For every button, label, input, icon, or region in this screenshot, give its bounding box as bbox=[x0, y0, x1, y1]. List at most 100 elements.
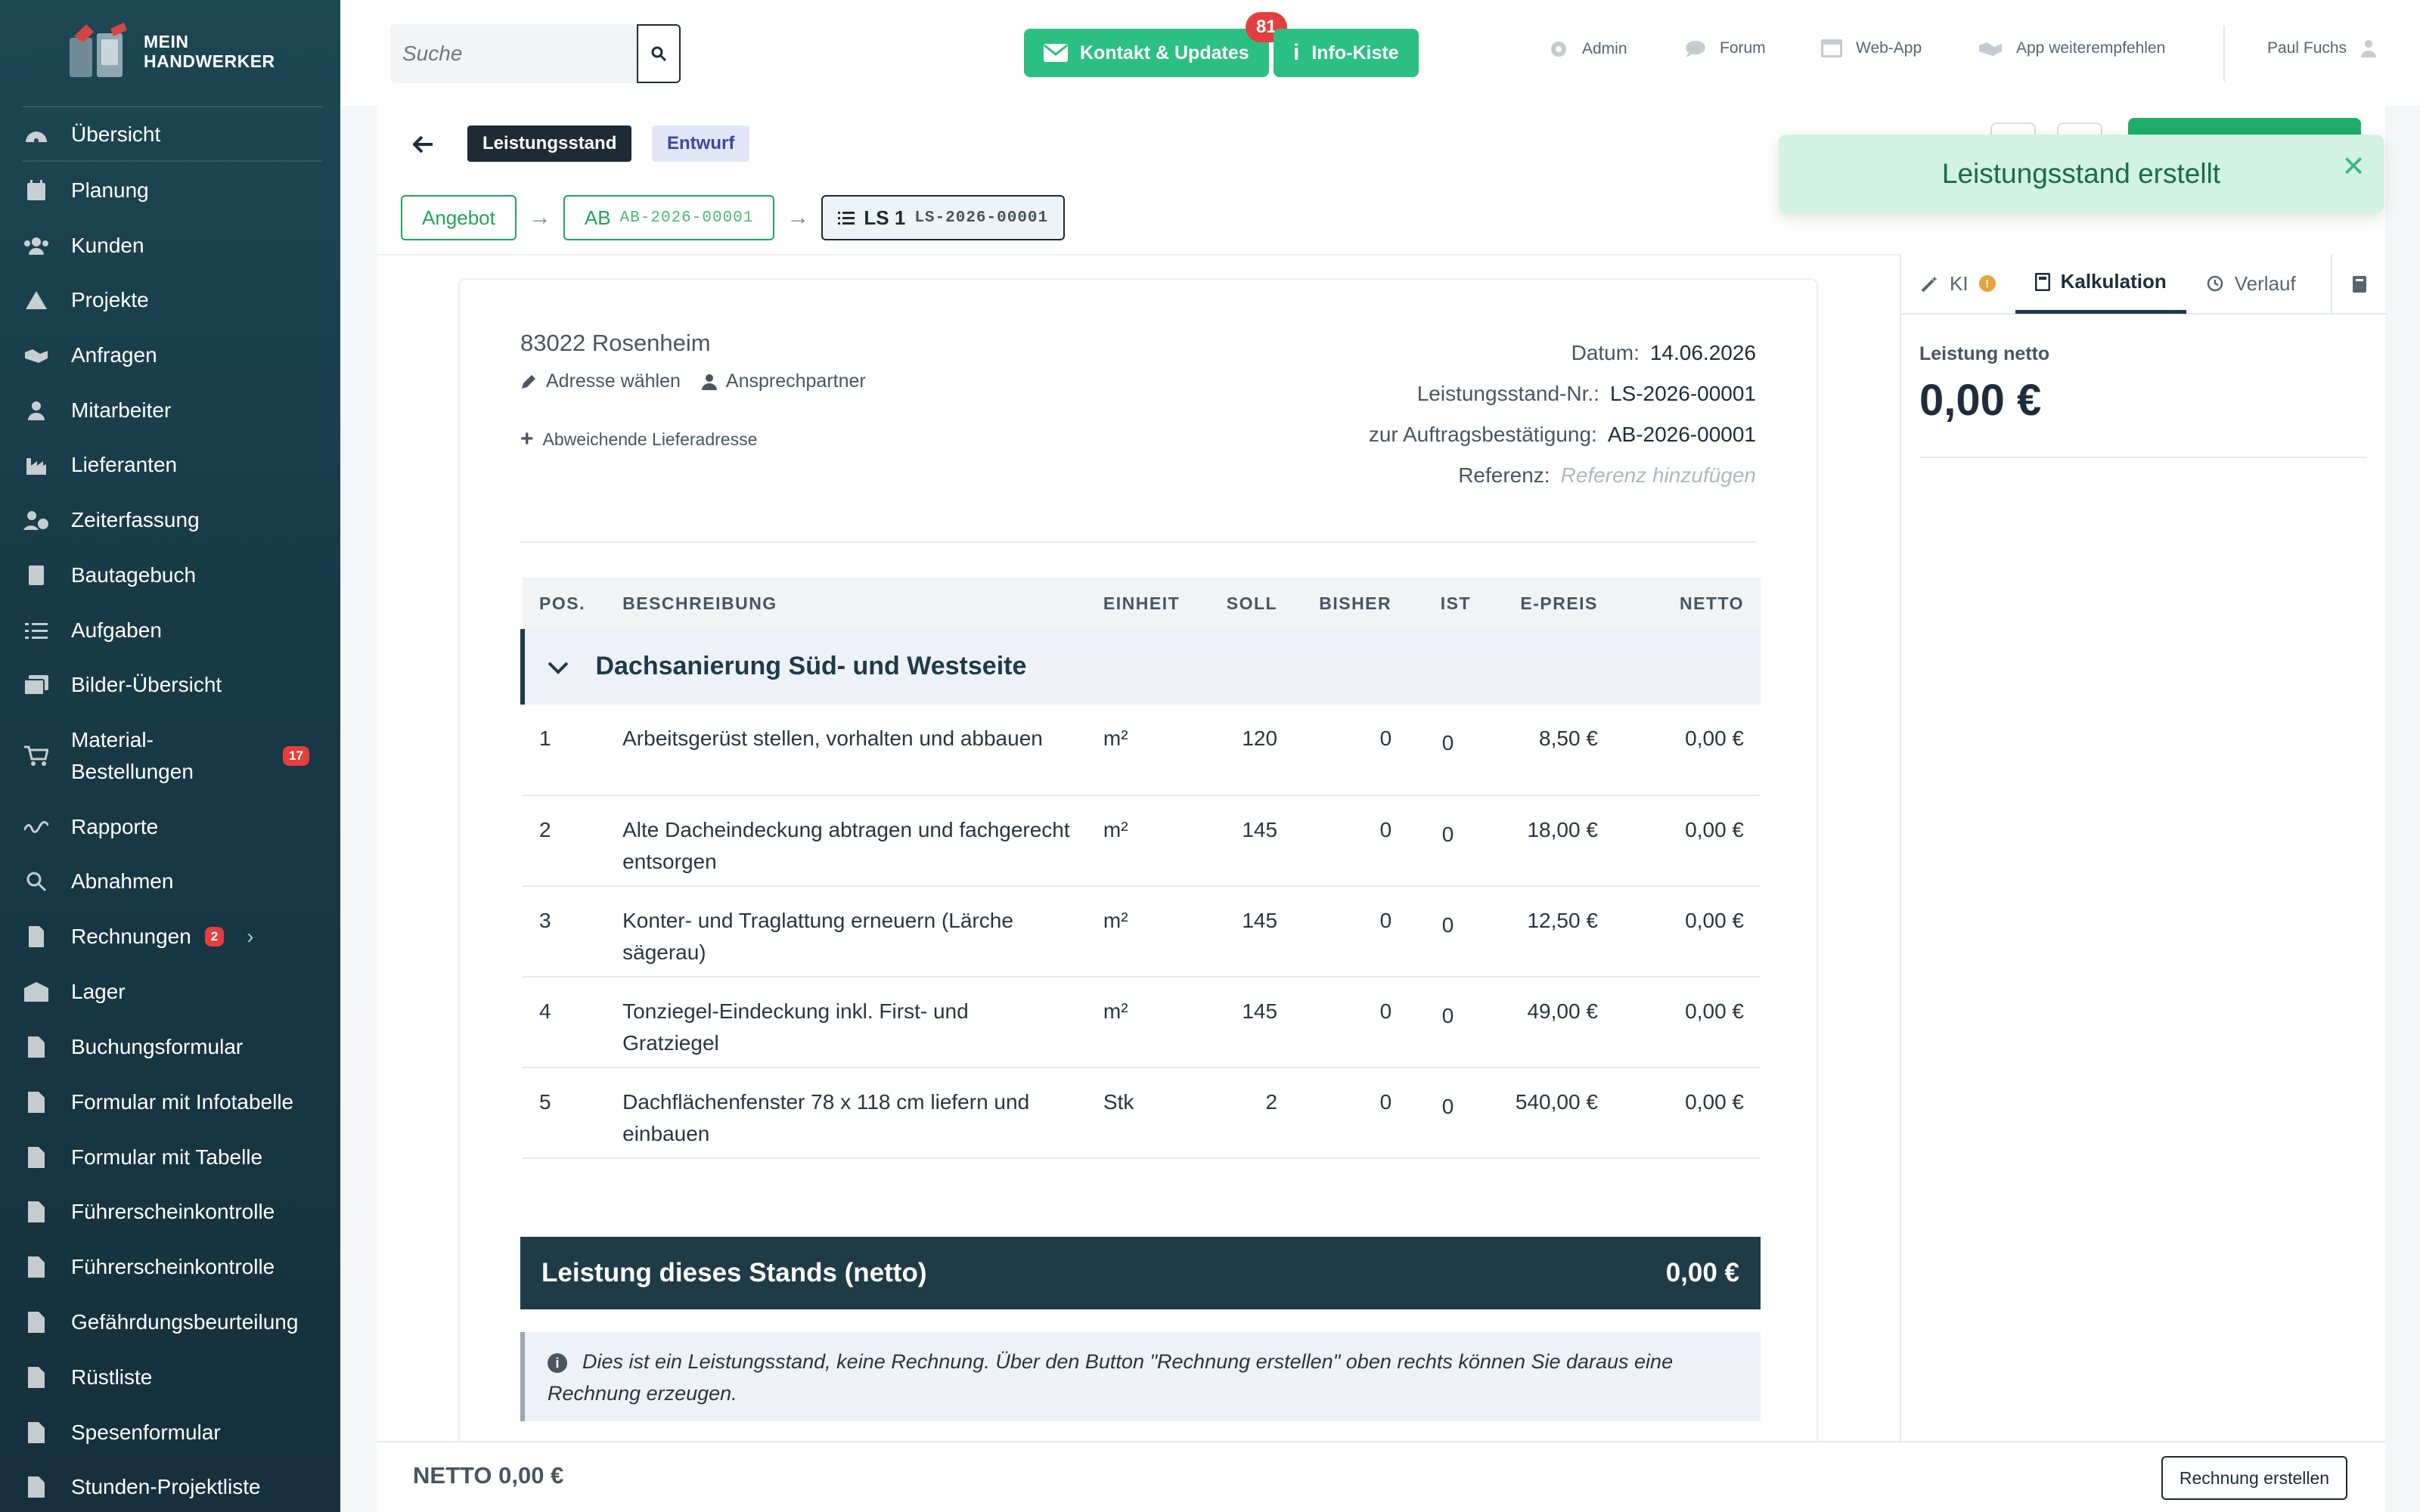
sidebar-item-kunden[interactable]: Kunden bbox=[23, 223, 322, 268]
sidebar-item-zeiterfassung[interactable]: Zeiterfassung bbox=[23, 497, 322, 543]
ist-input[interactable]: 0 bbox=[1408, 977, 1488, 1068]
sidebar-item-bautagebuch[interactable]: Bautagebuch bbox=[23, 553, 322, 598]
main-panel: Leistungsstand Entwurf Angebot → AB AB-2… bbox=[377, 106, 2387, 1458]
cell-eprice: 540,00 € bbox=[1488, 1067, 1615, 1159]
cell-unit: m² bbox=[1086, 886, 1206, 978]
ist-input[interactable]: 0 bbox=[1408, 886, 1488, 978]
address-actions: Adresse wählen Ansprechpartner bbox=[520, 370, 866, 392]
info-circle-icon: i bbox=[548, 1352, 567, 1373]
total-label: Leistung dieses Stands (netto) bbox=[541, 1258, 927, 1287]
sidebar-item-uebersicht[interactable]: Übersicht bbox=[23, 112, 322, 157]
recommend-app-link[interactable]: App weiterempfehlen bbox=[1978, 39, 2165, 57]
sidebar-item-fuehrerschein-2[interactable]: Führerscheinkontrolle bbox=[23, 1244, 322, 1290]
book-icon bbox=[23, 563, 50, 587]
sidebar-item-mitarbeiter[interactable]: Mitarbeiter bbox=[23, 388, 322, 433]
breadcrumb-ls[interactable]: LS 1 LS-2026-00001 bbox=[821, 195, 1066, 240]
sidebar-item-ruestliste[interactable]: Rüstliste bbox=[23, 1355, 322, 1400]
sidebar-item-spesenformular[interactable]: Spesenformular bbox=[23, 1410, 322, 1455]
ist-input[interactable]: 0 bbox=[1408, 1067, 1488, 1159]
warning-icon: ! bbox=[1978, 275, 1996, 292]
close-icon[interactable]: ✕ bbox=[2341, 150, 2366, 184]
search-button[interactable] bbox=[637, 24, 681, 83]
back-arrow-icon[interactable] bbox=[412, 129, 434, 160]
sidebar-item-label: Aufgaben bbox=[71, 618, 162, 642]
info-kiste-button[interactable]: i Info-Kiste bbox=[1274, 29, 1419, 77]
tab-ki[interactable]: KI ! bbox=[1901, 253, 2015, 314]
user-menu[interactable]: Paul Fuchs bbox=[2267, 39, 2377, 57]
toast-notification: Leistungsstand erstellt ✕ bbox=[1779, 135, 2384, 213]
admin-link[interactable]: Admin bbox=[1549, 39, 1627, 59]
sidebar-item-fuehrerschein-1[interactable]: Führerscheinkontrolle bbox=[23, 1189, 322, 1235]
search-input[interactable] bbox=[401, 41, 643, 67]
breadcrumb-ab[interactable]: AB AB-2026-00001 bbox=[563, 195, 775, 240]
sidebar-item-formular-infotabelle[interactable]: Formular mit Infotabelle bbox=[23, 1080, 322, 1125]
divider bbox=[1919, 457, 2367, 458]
search-icon bbox=[23, 869, 50, 894]
meta-ls-number: Leistungsstand-Nr.: LS-2026-00001 bbox=[1181, 373, 1756, 414]
logo-line1: MEIN bbox=[144, 32, 189, 51]
breadcrumb-ab-label: AB bbox=[584, 206, 611, 229]
sidebar-item-bilder[interactable]: Bilder-Übersicht bbox=[23, 662, 322, 708]
history-icon bbox=[2207, 275, 2223, 292]
cell-soll: 120 bbox=[1205, 705, 1295, 796]
tab-verlauf[interactable]: Verlauf bbox=[2186, 253, 2316, 314]
webapp-link[interactable]: Web-App bbox=[1821, 39, 1922, 57]
column-header-bisher: BISHER bbox=[1294, 578, 1409, 629]
sidebar-item-rechnungen[interactable]: Rechnungen 2 › bbox=[23, 914, 322, 959]
sidebar-item-abnahmen[interactable]: Abnahmen bbox=[23, 859, 322, 904]
user-clock-icon bbox=[23, 508, 50, 532]
sidebar-item-projekte[interactable]: Projekte bbox=[23, 277, 322, 323]
choose-address-label: Adresse wählen bbox=[546, 370, 681, 392]
sidebar-item-anfragen[interactable]: Anfragen bbox=[23, 333, 322, 378]
chevron-down-icon[interactable] bbox=[548, 652, 569, 682]
sidebar-item-lager[interactable]: Lager bbox=[23, 969, 322, 1015]
cell-netto: 0,00 € bbox=[1614, 977, 1761, 1068]
sidebar-item-label: Gefährdungsbeurteilung bbox=[71, 1310, 299, 1334]
sidebar-item-stunden-projektliste[interactable]: Stunden-Projektliste bbox=[23, 1464, 322, 1510]
users-icon bbox=[23, 234, 50, 258]
user-name: Paul Fuchs bbox=[2267, 39, 2347, 57]
sidebar-item-buchungsformular[interactable]: Buchungsformular bbox=[23, 1024, 322, 1070]
status-chip: Entwurf bbox=[652, 125, 750, 162]
ab-value: AB-2026-00001 bbox=[1607, 423, 1756, 446]
sidebar-item-material[interactable]: Material- Bestellungen 17 bbox=[23, 718, 322, 794]
forum-link[interactable]: Forum bbox=[1685, 39, 1766, 57]
delivery-address-label: Abweichende Lieferadresse bbox=[542, 429, 758, 449]
ist-input[interactable]: 0 bbox=[1408, 795, 1488, 887]
date-value[interactable]: 14.06.2026 bbox=[1650, 341, 1756, 365]
date-label: Datum: bbox=[1571, 341, 1640, 364]
contact-person-link[interactable]: Ansprechpartner bbox=[701, 370, 866, 392]
sidebar-item-label: Rapporte bbox=[71, 815, 159, 838]
create-invoice-button[interactable]: Rechnung erstellen bbox=[2161, 1456, 2347, 1500]
signature-icon bbox=[23, 815, 50, 839]
sidebar-item-planung[interactable]: Planung bbox=[23, 168, 322, 213]
delivery-address-link[interactable]: + Abweichende Lieferadresse bbox=[520, 426, 757, 452]
sidebar-item-label: Abnahmen bbox=[71, 869, 174, 893]
tab-notes[interactable] bbox=[2331, 254, 2387, 314]
choose-address-link[interactable]: Adresse wählen bbox=[520, 370, 681, 392]
search-field[interactable] bbox=[390, 24, 643, 83]
column-header-unit: EINHEIT bbox=[1086, 578, 1206, 629]
ist-input[interactable]: 0 bbox=[1408, 705, 1488, 796]
breadcrumb-angebot[interactable]: Angebot bbox=[401, 195, 517, 240]
sidebar-item-lieferanten[interactable]: Lieferanten bbox=[23, 442, 322, 488]
warehouse-icon bbox=[23, 980, 50, 1004]
sidebar-item-label: Zeiterfassung bbox=[71, 508, 200, 531]
sidebar-item-gefaehrdung[interactable]: Gefährdungsbeurteilung bbox=[23, 1300, 322, 1345]
sidebar-item-aufgaben[interactable]: Aufgaben bbox=[23, 608, 322, 653]
sidebar-item-formular-tabelle[interactable]: Formular mit Tabelle bbox=[23, 1135, 322, 1180]
group-row[interactable]: Dachsanierung Süd- und Westseite bbox=[520, 629, 1761, 705]
contact-updates-button[interactable]: Kontakt & Updates 81 bbox=[1024, 12, 1287, 77]
sidebar-item-label: Bilder-Übersicht bbox=[71, 673, 222, 696]
sidebar-item-rapporte[interactable]: Rapporte bbox=[23, 804, 322, 850]
tab-kalkulation[interactable]: Kalkulation bbox=[2015, 253, 2186, 314]
logo[interactable]: MEIN HANDWERKER bbox=[64, 21, 275, 82]
column-header-soll: SOLL bbox=[1205, 578, 1295, 629]
reference-input[interactable]: Referenz hinzufügen bbox=[1561, 463, 1756, 488]
cell-eprice: 49,00 € bbox=[1488, 977, 1615, 1068]
topbar: Kontakt & Updates 81 i Info-Kiste Admin … bbox=[340, 0, 2420, 106]
tab-verlauf-label: Verlauf bbox=[2234, 271, 2296, 295]
cell-unit: Stk bbox=[1086, 1067, 1206, 1159]
document-chain-breadcrumb: Angebot → AB AB-2026-00001 → LS 1 LS-202… bbox=[401, 195, 1066, 240]
sidebar-item-label: Buchungsformular bbox=[71, 1035, 244, 1058]
